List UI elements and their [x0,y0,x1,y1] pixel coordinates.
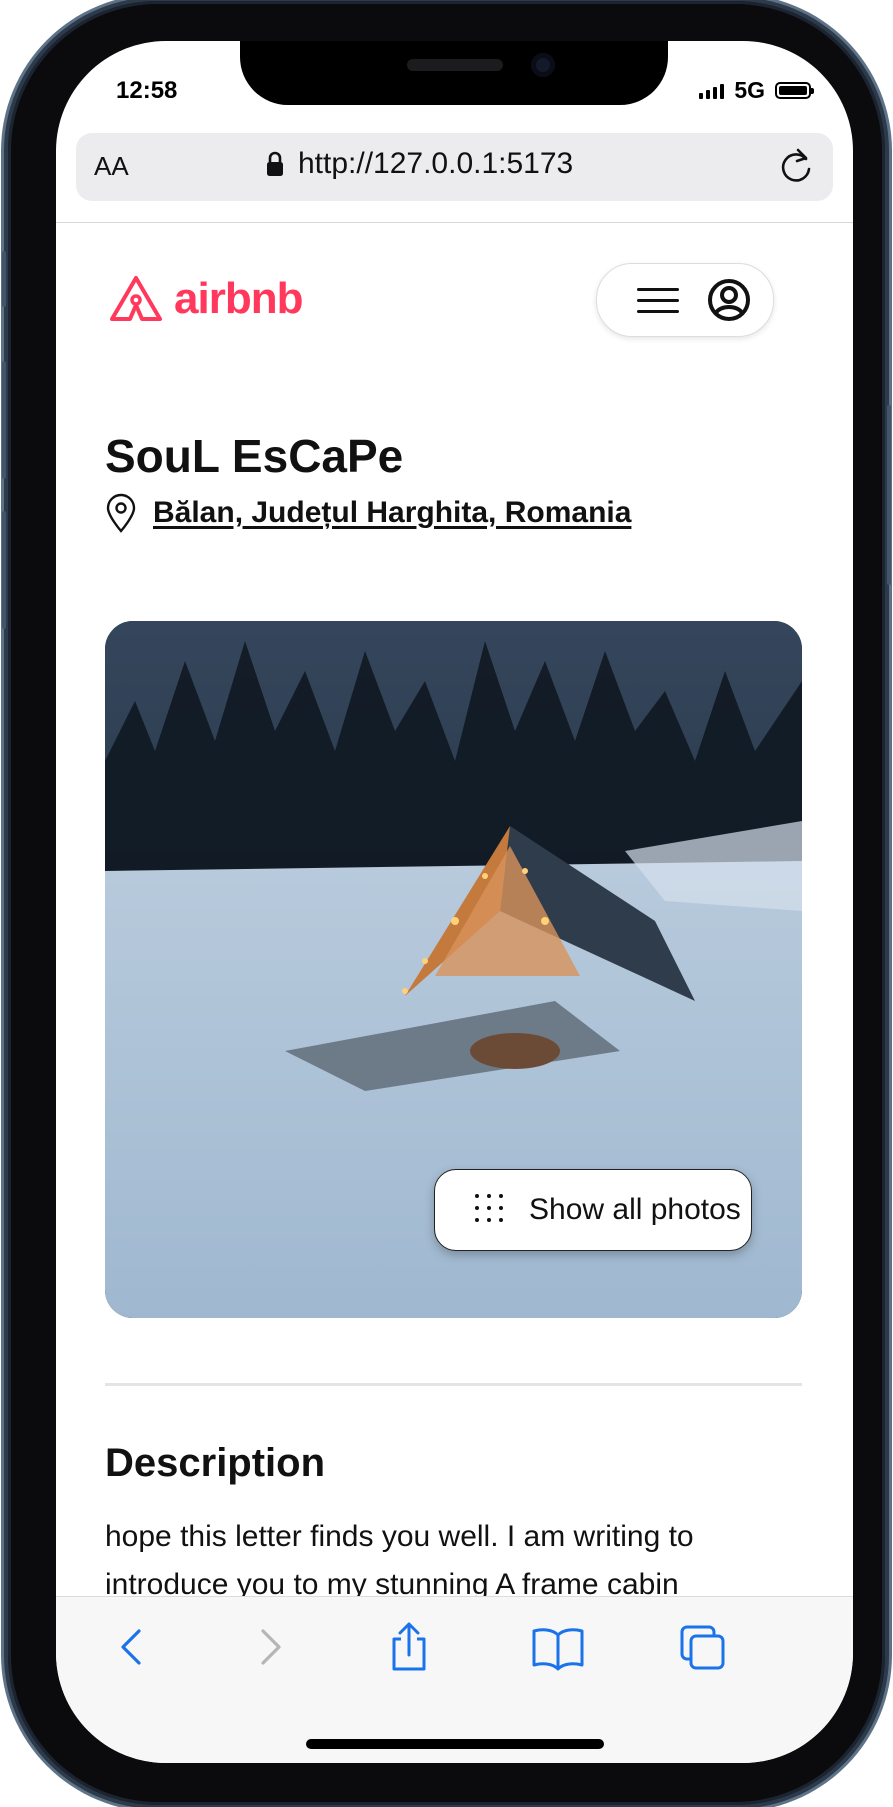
speaker [407,59,503,71]
user-avatar-icon [708,279,750,321]
network-type: 5G [734,77,765,103]
url-display[interactable]: http://127.0.0.1:5173 [266,147,573,181]
map-pin-icon [106,493,136,533]
user-menu-button[interactable] [596,263,774,337]
battery-icon [775,82,814,99]
phone-frame: 12:58 5G AA http://127.0.0.1:5173 airbnb… [2,1,891,1805]
share-icon[interactable] [384,1621,434,1673]
grid-dots-icon [475,1194,507,1226]
camera [531,53,555,77]
text-size-label: AA [94,151,129,181]
listing-title: SouL EsCaPe [105,430,404,482]
power-button [887,405,891,585]
screen: 12:58 5G AA http://127.0.0.1:5173 airbnb… [56,41,853,1763]
airbnb-logo-icon [110,276,162,321]
address-bar[interactable]: AA http://127.0.0.1:5173 [76,133,833,201]
menu-icon [637,288,679,313]
signal-icon [699,83,725,99]
show-all-photos-button[interactable]: Show all photos [434,1169,752,1251]
status-indicators: 5G [699,77,814,104]
reload-icon[interactable] [779,147,813,185]
home-indicator[interactable] [306,1739,604,1749]
lock-icon [267,151,283,176]
tabs-icon[interactable] [678,1621,728,1673]
listing-photo[interactable]: Show all photos [105,621,802,1318]
mute-switch [2,251,6,307]
browser-toolbar [56,1596,853,1763]
listing-location[interactable]: Bălan, Județul Harghita, Romania [105,493,631,533]
browser-divider [56,222,853,223]
notch [240,41,668,105]
logo-text: airbnb [174,274,303,323]
bookmarks-icon[interactable] [530,1621,586,1673]
back-chevron-icon[interactable] [108,1621,158,1673]
airbnb-logo[interactable]: airbnb [108,274,303,324]
volume-down-button [2,511,6,629]
status-time: 12:58 [116,77,178,104]
location-link[interactable]: Bălan, Județul Harghita, Romania [153,496,631,530]
description-heading: Description [105,1441,326,1485]
forward-chevron-icon[interactable] [244,1621,294,1673]
volume-up-button [2,361,6,479]
url-text: http://127.0.0.1:5173 [298,147,574,180]
show-all-photos-label: Show all photos [529,1193,741,1226]
text-size-button[interactable]: AA [94,151,129,182]
section-divider [105,1383,802,1386]
